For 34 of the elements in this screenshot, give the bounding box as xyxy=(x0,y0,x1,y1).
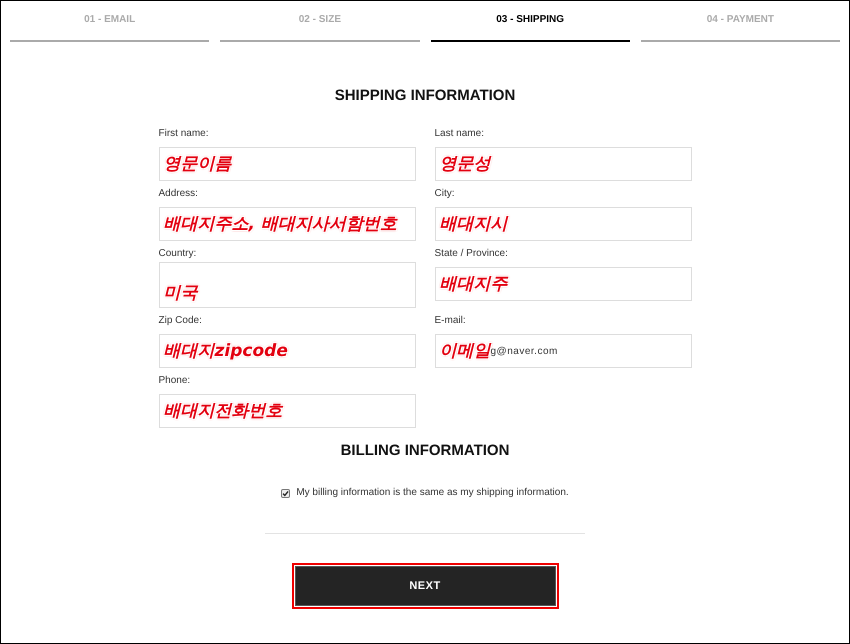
field-label: Address: xyxy=(158,187,199,201)
field-value: g@naver.com xyxy=(490,346,558,356)
section-heading: BILLING INFORMATION xyxy=(340,442,510,460)
input-field[interactable]: 영문성 xyxy=(434,147,692,181)
annotation-label: 배대지zipcode xyxy=(164,340,288,362)
checkbox-label: My billing information is the same as my shipping information. xyxy=(296,487,569,499)
annotation-label: 배대지주 xyxy=(440,273,508,295)
input-field[interactable]: 배대지zipcode xyxy=(158,334,416,368)
input-field[interactable]: 배대지전화번호 xyxy=(158,394,416,428)
section-heading: SHIPPING INFORMATION xyxy=(334,87,516,105)
input-field[interactable]: 배대지주 xyxy=(434,267,692,301)
annotation-label: 배대지시 xyxy=(440,213,508,235)
field-label: Last name: xyxy=(434,127,485,141)
checkmark-icon xyxy=(282,490,290,496)
field-label: Zip Code: xyxy=(158,314,203,328)
annotation-label: 배대지전화번호 xyxy=(164,400,282,422)
input-field[interactable]: 미국 xyxy=(158,262,416,308)
input-field[interactable]: 배대지시 xyxy=(434,207,692,241)
annotation-label: 영문이름 xyxy=(164,153,232,175)
field-label: E-mail: xyxy=(434,314,467,328)
step-tab[interactable]: 03 - SHIPPING xyxy=(430,1,630,42)
field-label: Phone: xyxy=(158,374,192,388)
annotation-label: 이메일 xyxy=(440,340,490,362)
next-button[interactable]: NEXT xyxy=(294,566,556,606)
field-label: First name: xyxy=(158,127,210,141)
checkbox[interactable] xyxy=(281,488,290,498)
annotation-label: 미국 xyxy=(164,282,198,304)
field-label: Country: xyxy=(158,247,198,261)
input-field[interactable]: 배대지주소, 배대지사서함번호 xyxy=(158,207,416,241)
input-field[interactable]: 영문이름 xyxy=(158,147,416,181)
field-label: State / Province: xyxy=(434,247,509,261)
annotation-label: 배대지주소, 배대지사서함번호 xyxy=(164,213,397,235)
annotation-label: 영문성 xyxy=(440,153,490,175)
field-label: City: xyxy=(434,187,456,201)
